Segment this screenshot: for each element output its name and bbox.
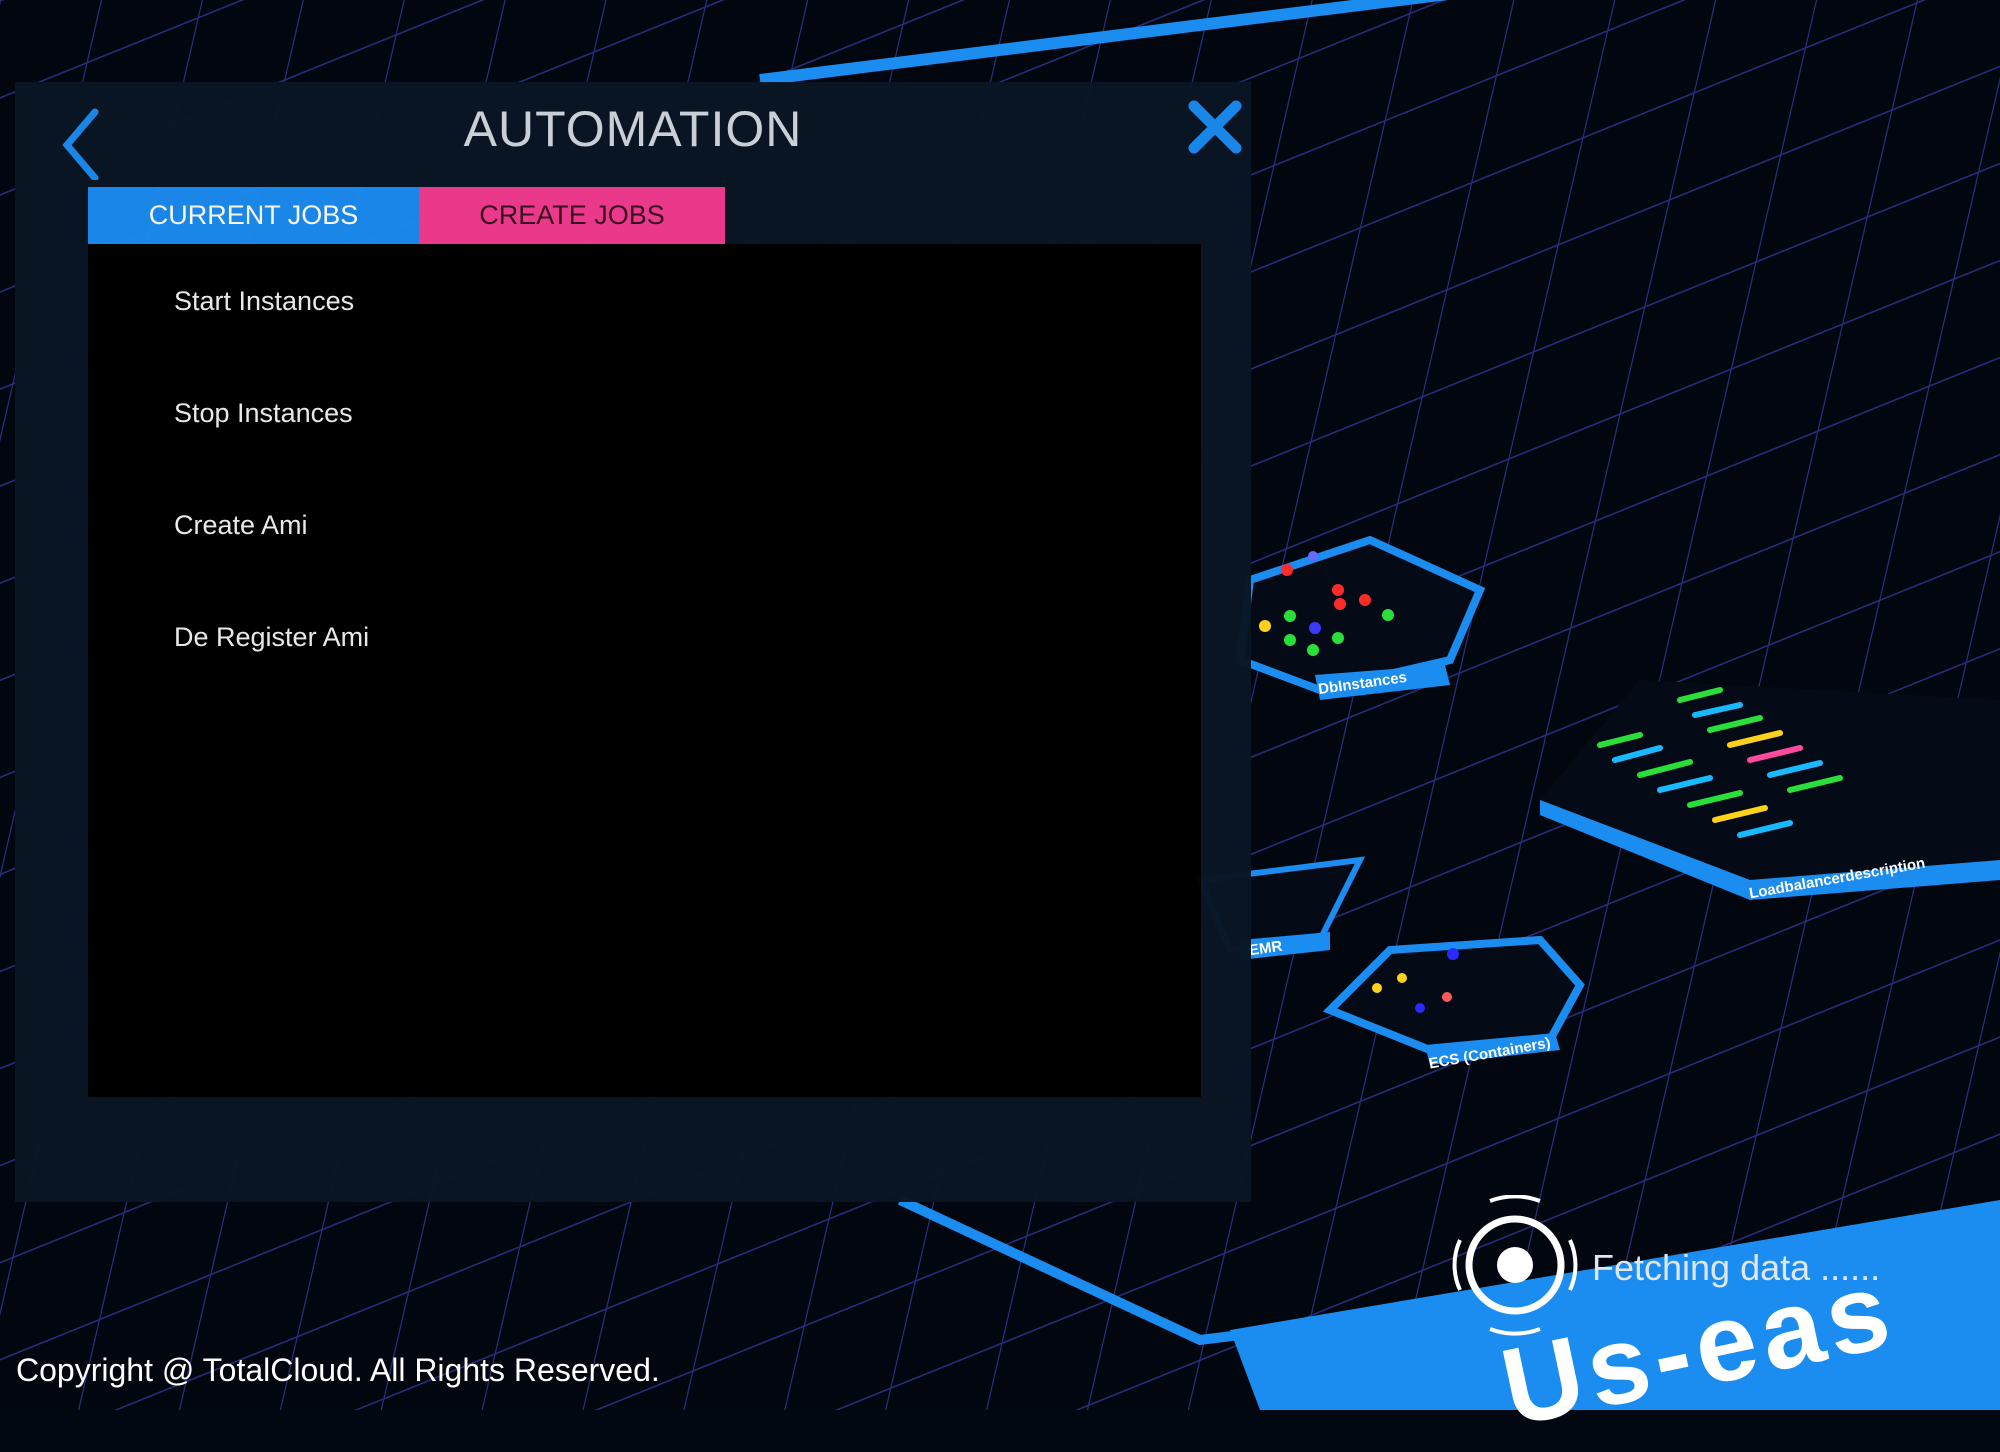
list-item-create-ami[interactable]: Create Ami xyxy=(174,510,308,541)
tab-create-jobs[interactable]: CREATE JOBS xyxy=(419,187,725,244)
jobs-list: Start Instances Stop Instances Create Am… xyxy=(88,244,1201,1097)
list-item-de-register-ami[interactable]: De Register Ami xyxy=(174,622,369,653)
copyright-text: Copyright @ TotalCloud. All Rights Reser… xyxy=(16,1352,660,1388)
job-tabs: CURRENT JOBS CREATE JOBS xyxy=(88,187,725,244)
tab-current-jobs[interactable]: CURRENT JOBS xyxy=(88,187,419,244)
list-item-start-instances[interactable]: Start Instances xyxy=(174,286,354,317)
panel-title: AUTOMATION xyxy=(463,101,803,157)
close-button[interactable] xyxy=(1180,92,1250,162)
automation-panel: AUTOMATION CURRENT JOBS CREATE JOBS Star… xyxy=(15,82,1251,1202)
close-icon xyxy=(1188,100,1242,154)
list-item-stop-instances[interactable]: Stop Instances xyxy=(174,398,353,429)
